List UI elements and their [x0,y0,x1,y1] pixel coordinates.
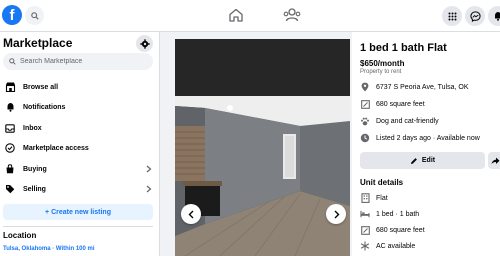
settings-button[interactable] [136,35,153,52]
sidebar-item-label: Selling [23,185,46,193]
inbox-icon [4,122,16,134]
chevron-right-icon [146,185,152,193]
tag-icon [4,183,16,195]
unit-detail-bed-bath: 1 bed · 1 bath [360,208,419,220]
listing-title: 1 bed 1 bath Flat [360,42,447,54]
groups-icon[interactable] [283,7,301,23]
location-heading: Location [3,231,37,240]
sidebar-item-inbox[interactable]: Inbox [0,119,158,137]
detail-address: 6737 S Peoria Ave, Tulsa, OK [360,81,468,93]
search-icon [30,11,39,20]
room-image [175,96,350,256]
location-pin-icon [360,82,370,92]
detail-text: 680 square feet [376,226,425,234]
snowflake-icon [360,241,370,251]
share-icon [491,157,500,164]
share-button[interactable] [488,152,500,169]
listing-price: $650/month [360,59,405,68]
listing-photo[interactable] [175,39,350,256]
bed-icon [360,209,370,219]
detail-text: 1 bed · 1 bath [376,210,420,218]
detail-pets: Dog and cat-friendly [360,115,439,127]
detail-listed: Listed 2 days ago · Available now [360,132,480,144]
create-new-listing-button[interactable]: + Create new listing [3,204,153,220]
detail-square-feet: 680 square feet [360,98,425,110]
notifications-icon [495,12,500,21]
menu-button[interactable] [442,6,462,26]
sidebar-item-selling[interactable]: Selling [0,180,158,198]
edit-listing-button[interactable]: Edit [360,152,485,169]
photo-letterbox [175,39,350,96]
next-photo-button[interactable] [326,204,346,224]
sidebar-item-label: Notifications [23,103,66,111]
area-icon [360,99,370,109]
clock-icon [360,133,370,143]
detail-text: Flat [376,194,388,202]
marketplace-search[interactable] [3,53,153,70]
access-icon [4,142,16,154]
paw-icon [360,116,370,126]
pencil-icon [410,157,417,164]
notifications-button[interactable] [488,6,500,26]
edit-label: Edit [421,157,436,164]
sidebar-item-marketplace-access[interactable]: Marketplace access [0,139,158,157]
detail-text: 680 square feet [376,100,425,108]
messenger-button[interactable] [465,6,485,26]
sidebar-title: Marketplace [3,36,73,50]
sidebar-item-label: Inbox [23,124,42,132]
detail-text: 6737 S Peoria Ave, Tulsa, OK [376,83,469,91]
detail-text: AC available [376,242,416,250]
storefront-icon [4,81,16,93]
sidebar-item-buying[interactable]: Buying [0,160,158,178]
location-filter-link[interactable]: Tulsa, Oklahoma · Within 100 mi [3,246,95,252]
previous-photo-button[interactable] [181,204,201,224]
unit-detail-ac: AC available [360,240,415,252]
search-icon [9,58,16,65]
area-icon [360,225,370,235]
sidebar-item-label: Marketplace access [23,144,89,152]
top-navigation-bar: f [0,0,500,32]
search-button[interactable] [25,6,44,25]
unit-detail-type: Flat [360,192,388,204]
sidebar-item-label: Browse all [23,83,59,91]
chevron-left-icon [188,210,193,218]
chevron-right-icon [146,165,152,173]
listing-category: Property to rent [360,69,402,75]
home-icon[interactable] [228,7,244,23]
unit-detail-square-feet: 680 square feet [360,224,425,236]
bell-icon [4,101,16,113]
facebook-logo[interactable]: f [2,5,22,25]
marketplace-sidebar: Marketplace Browse all Notifications Inb… [0,32,160,256]
messenger-icon [469,10,481,22]
divider [3,226,153,227]
detail-text: Listed 2 days ago · Available now [376,134,480,142]
sidebar-item-browse-all[interactable]: Browse all [0,78,158,96]
chevron-right-icon [334,210,339,218]
building-icon [360,193,370,203]
detail-text: Dog and cat-friendly [376,117,439,125]
menu-grid-icon [448,12,456,20]
bag-icon [4,163,16,175]
sidebar-item-label: Buying [23,165,47,173]
listing-details-panel: 1 bed 1 bath Flat $650/month Property to… [352,32,500,256]
marketplace-search-input[interactable] [20,58,148,65]
sidebar-item-notifications[interactable]: Notifications [0,98,158,116]
unit-details-heading: Unit details [360,178,404,187]
gear-icon [139,38,150,49]
